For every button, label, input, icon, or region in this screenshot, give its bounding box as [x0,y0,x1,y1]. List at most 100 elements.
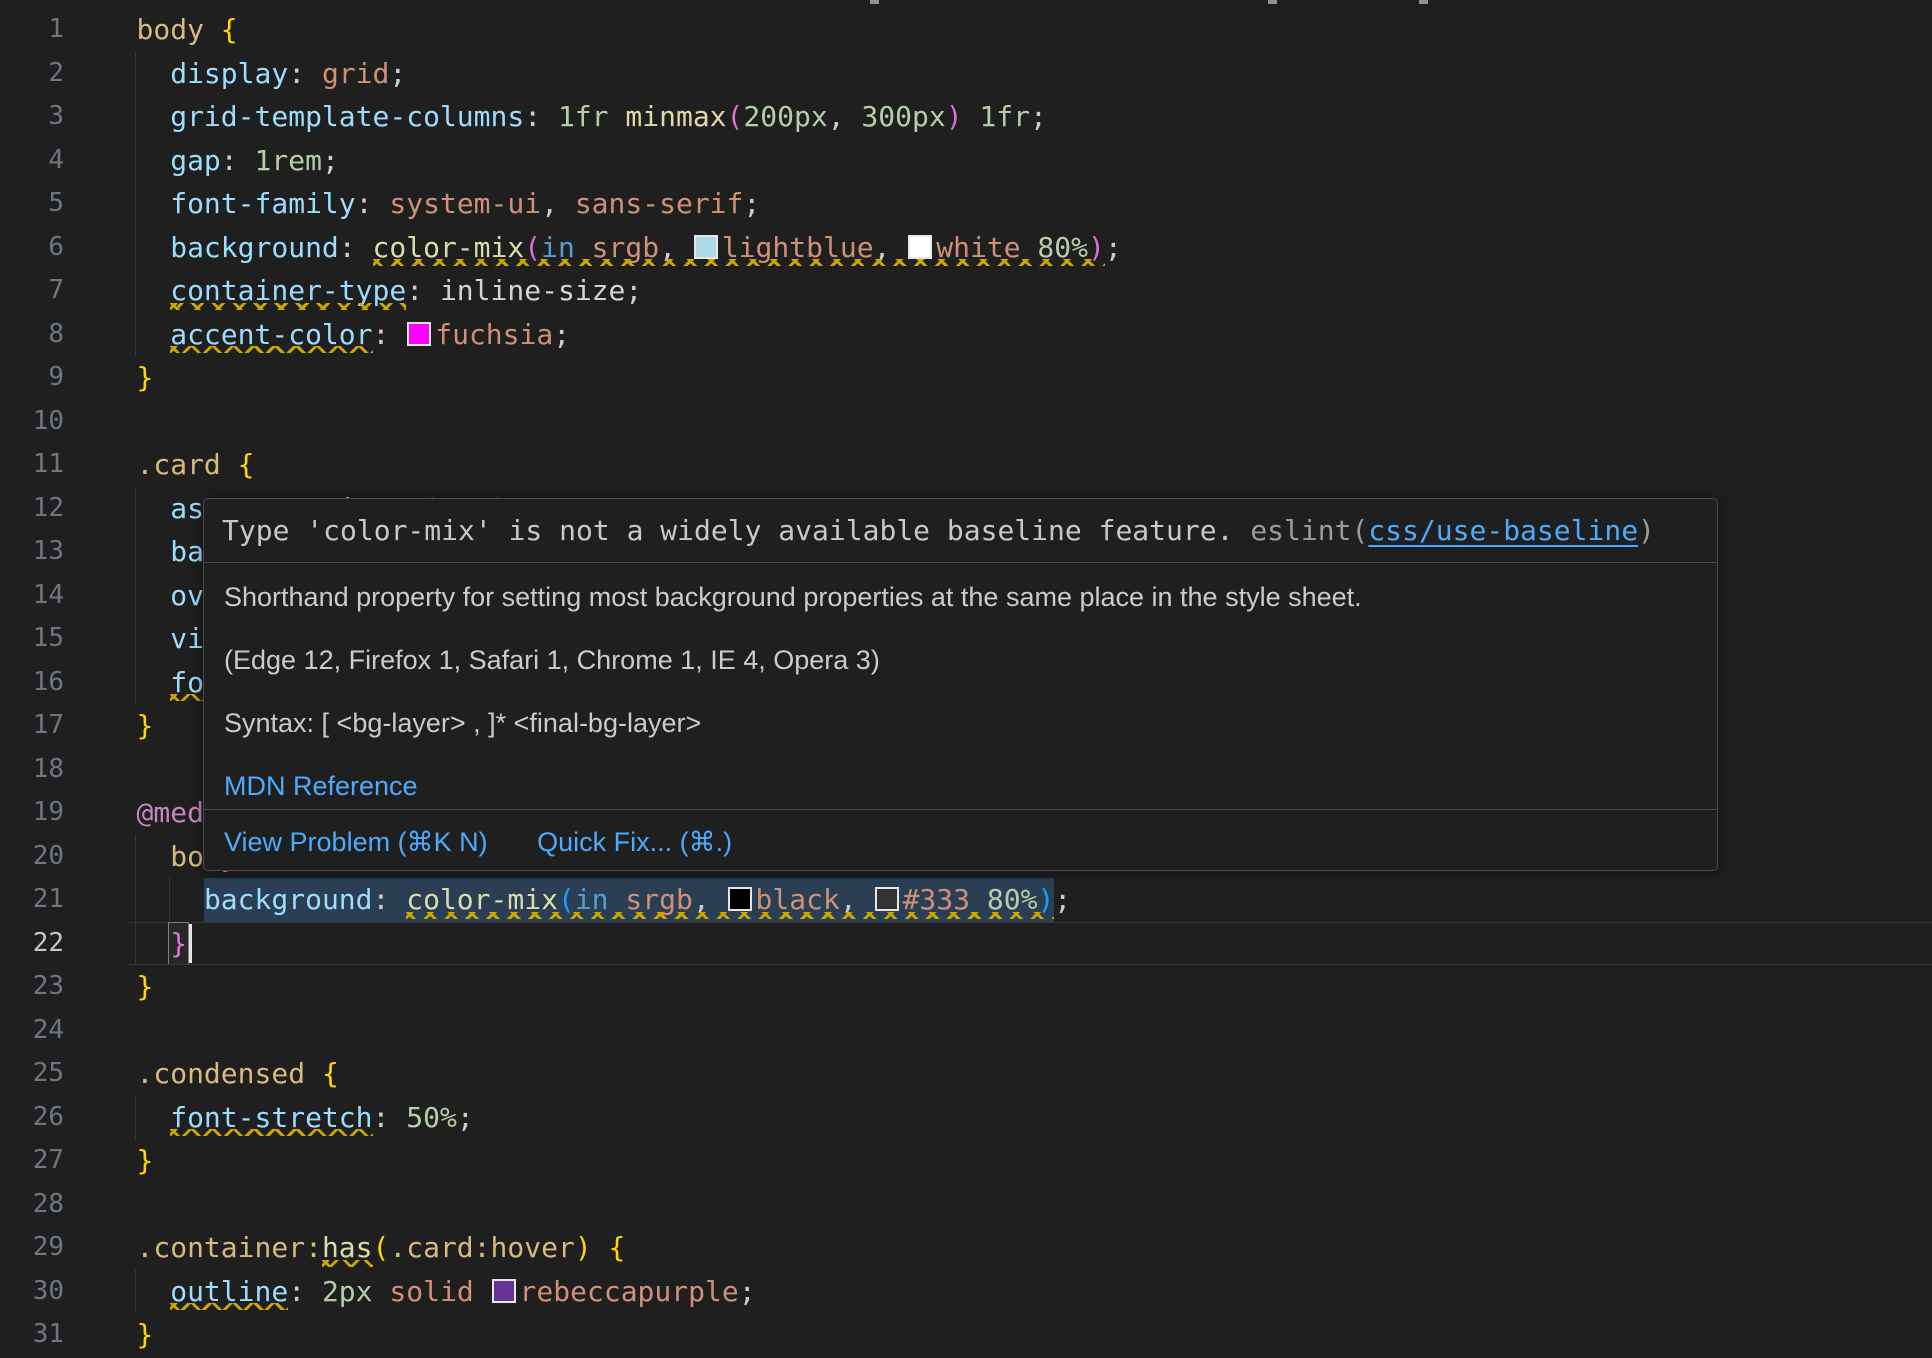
code-line-26[interactable]: 26 font-stretch: 50%; [0,1096,1932,1140]
line-number[interactable]: 29 [0,1226,64,1270]
code-line-2[interactable]: 2 display: grid; [0,52,1932,96]
token-bracket3: ) [1037,883,1054,916]
code-line-28[interactable]: 28 [0,1183,1932,1227]
line-number[interactable]: 18 [0,748,64,792]
token-property: fo [170,666,204,699]
token-number: 300px [861,100,945,133]
token-punctuation: : [288,57,305,90]
code-line-10[interactable]: 10 [0,400,1932,444]
token-punctuation: , [659,231,676,264]
token-bracket1: } [137,361,154,394]
token-punctuation: , [828,100,845,133]
line-number[interactable]: 17 [0,704,64,748]
line-number[interactable]: 8 [0,313,64,357]
token-punctuation: : [373,318,390,351]
line-number[interactable]: 30 [0,1270,64,1314]
line-number[interactable]: 1 [0,8,64,52]
color-swatch[interactable] [875,887,899,911]
line-number[interactable]: 19 [0,791,64,835]
token-selector: : [305,1231,322,1264]
line-number[interactable]: 13 [0,530,64,574]
code-line-11[interactable]: 11.card { [0,443,1932,487]
line-number[interactable]: 28 [0,1183,64,1227]
mdn-reference-link[interactable]: MDN Reference [224,771,1697,801]
token-text [558,187,575,220]
token-text [676,231,693,264]
quick-fix-action[interactable]: Quick Fix... (⌘.) [537,827,732,857]
line-number[interactable]: 25 [0,1052,64,1096]
color-swatch[interactable] [908,235,932,259]
view-problem-action[interactable]: View Problem (⌘K N) [224,827,488,857]
warning-squiggle: color-mix(in srgb, black, #333 80%) [406,878,1054,922]
color-swatch[interactable] [694,235,718,259]
code-line-9[interactable]: 9} [0,356,1932,400]
code-text: .condensed { [137,1052,339,1096]
token-property: container-type [170,274,406,307]
line-number[interactable]: 9 [0,356,64,400]
token-bracket1: { [238,448,255,481]
eslint-rule-link[interactable]: css/use-baseline [1368,514,1638,547]
code-line-3[interactable]: 3 grid-template-columns: 1fr minmax(200p… [0,95,1932,139]
token-punctuation: : [339,231,356,264]
line-number[interactable]: 22 [0,922,64,966]
line-number[interactable]: 26 [0,1096,64,1140]
code-line-7[interactable]: 7 container-type: inline-size; [0,269,1932,313]
code-line-25[interactable]: 25 .condensed { [0,1052,1932,1096]
color-swatch[interactable] [728,887,752,911]
token-value: grid [322,57,389,90]
token-punctuation: : [524,100,541,133]
code-line-29[interactable]: 29.container:has(.card:hover) { [0,1226,1932,1270]
line-number[interactable]: 31 [0,1313,64,1357]
token-value: solid [389,1275,473,1308]
code-line-23[interactable]: 23} [0,965,1932,1009]
token-bracket1: ) [575,1231,592,1264]
line-number[interactable]: 23 [0,965,64,1009]
token-text [137,579,171,612]
code-text: } [137,1139,154,1183]
token-property: background [204,883,373,916]
line-number[interactable]: 12 [0,487,64,531]
token-punctuation: ; [322,144,339,177]
token-bracket1: } [137,709,154,742]
token-text [474,1275,491,1308]
token-text [137,231,171,264]
line-number[interactable]: 2 [0,52,64,96]
line-number[interactable]: 3 [0,95,64,139]
line-number[interactable]: 4 [0,139,64,183]
line-number[interactable]: 7 [0,269,64,313]
color-swatch[interactable] [407,322,431,346]
code-line-30[interactable]: 30 outline: 2px solid rebeccapurple; [0,1270,1932,1314]
line-number[interactable]: 24 [0,1009,64,1053]
line-number[interactable]: 16 [0,661,64,705]
line-number[interactable]: 14 [0,574,64,618]
code-line-4[interactable]: 4 gap: 1rem; [0,139,1932,183]
clipped-text-artifact [1419,0,1428,4]
token-punctuation: ; [743,187,760,220]
text-cursor [189,924,192,964]
line-number[interactable]: 27 [0,1139,64,1183]
line-number[interactable]: 10 [0,400,64,444]
code-line-1[interactable]: 1 body { [0,8,1932,52]
code-line-27[interactable]: 27} [0,1139,1932,1183]
token-text [137,1275,171,1308]
code-line-31[interactable]: 31} [0,1313,1932,1357]
warning-squiggle: font-stretch [170,1096,372,1140]
line-number[interactable]: 6 [0,226,64,270]
line-number[interactable]: 11 [0,443,64,487]
code-text: body { [137,8,238,52]
code-line-6[interactable]: 6 background: color-mix(in srgb, lightbl… [0,226,1932,270]
line-number[interactable]: 5 [0,182,64,226]
token-text [137,1101,171,1134]
line-number[interactable]: 20 [0,835,64,879]
color-swatch[interactable] [492,1279,516,1303]
code-line-24[interactable]: 24 [0,1009,1932,1053]
clipped-text-artifact [1268,0,1277,4]
code-line-22[interactable]: 22 } [0,922,1932,966]
token-property: display [170,57,288,90]
code-line-5[interactable]: 5 font-family: system-ui, sans-serif; [0,182,1932,226]
token-punctuation: ; [625,274,642,307]
code-line-8[interactable]: 8 accent-color: fuchsia; [0,313,1932,357]
line-number[interactable]: 21 [0,878,64,922]
line-number[interactable]: 15 [0,617,64,661]
code-line-21[interactable]: 21 background: color-mix(in srgb, black,… [0,878,1932,922]
